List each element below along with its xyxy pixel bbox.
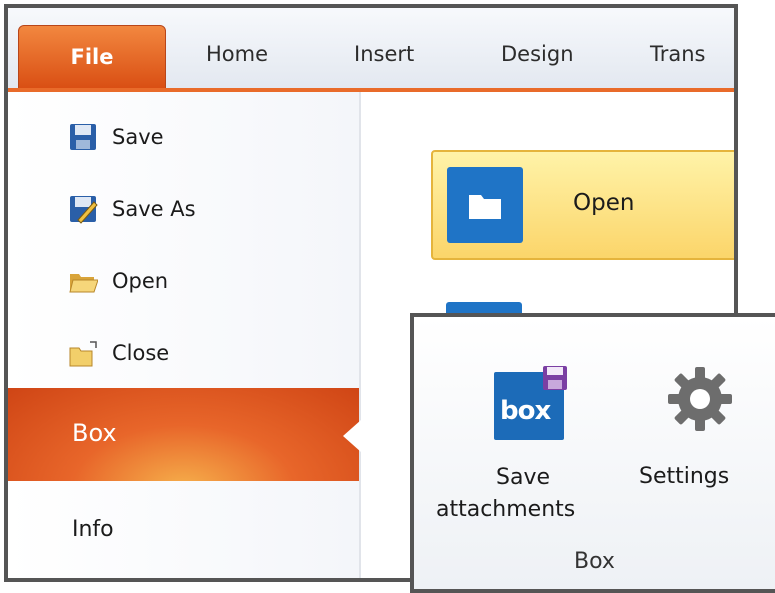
settings-button[interactable]: Settings xyxy=(634,347,774,497)
gear-icon xyxy=(668,367,732,431)
menu-item-label: Save xyxy=(112,125,164,149)
open-folder-icon xyxy=(68,266,99,296)
menu-item-label: Save As xyxy=(112,197,196,221)
menu-item-box-selected[interactable]: Box xyxy=(8,388,361,481)
save-disk-icon xyxy=(68,122,98,152)
floppy-disk-icon xyxy=(543,366,567,390)
open-button[interactable]: Open xyxy=(431,150,734,260)
tab-transitions[interactable]: Trans xyxy=(650,42,706,66)
backstage-sidebar: Save Save As Open Close Box Info xyxy=(8,92,361,578)
folder-icon xyxy=(447,167,523,243)
tab-insert[interactable]: Insert xyxy=(354,42,414,66)
menu-item-info[interactable]: Info xyxy=(72,517,114,542)
close-folder-icon xyxy=(68,338,98,368)
settings-label: Settings xyxy=(639,464,730,489)
ribbon-tab-bar: File Home Insert Design Trans xyxy=(8,8,734,90)
selection-notch xyxy=(343,420,361,452)
menu-item-open[interactable]: Open xyxy=(68,261,168,301)
save-as-icon xyxy=(68,194,98,224)
menu-item-close[interactable]: Close xyxy=(68,333,169,373)
tab-home[interactable]: Home xyxy=(206,42,268,66)
menu-item-label: Open xyxy=(112,269,169,293)
box-logo-text: box xyxy=(500,396,551,426)
box-ribbon-group: box Save attachments Settings Box xyxy=(410,313,775,593)
menu-item-label: Box xyxy=(72,419,117,447)
save-attachments-label-line1: Save xyxy=(496,465,551,490)
menu-item-label: Close xyxy=(112,341,170,365)
menu-item-save-as[interactable]: Save As xyxy=(68,189,196,229)
menu-item-save[interactable]: Save xyxy=(68,117,164,157)
tab-file[interactable]: File xyxy=(18,25,166,90)
open-button-label: Open xyxy=(573,190,635,216)
ribbon-group-label: Box xyxy=(574,549,615,574)
save-attachments-button[interactable]: box Save attachments xyxy=(428,347,616,537)
tab-design[interactable]: Design xyxy=(501,42,574,66)
save-attachments-label-line2: attachments xyxy=(436,497,576,522)
